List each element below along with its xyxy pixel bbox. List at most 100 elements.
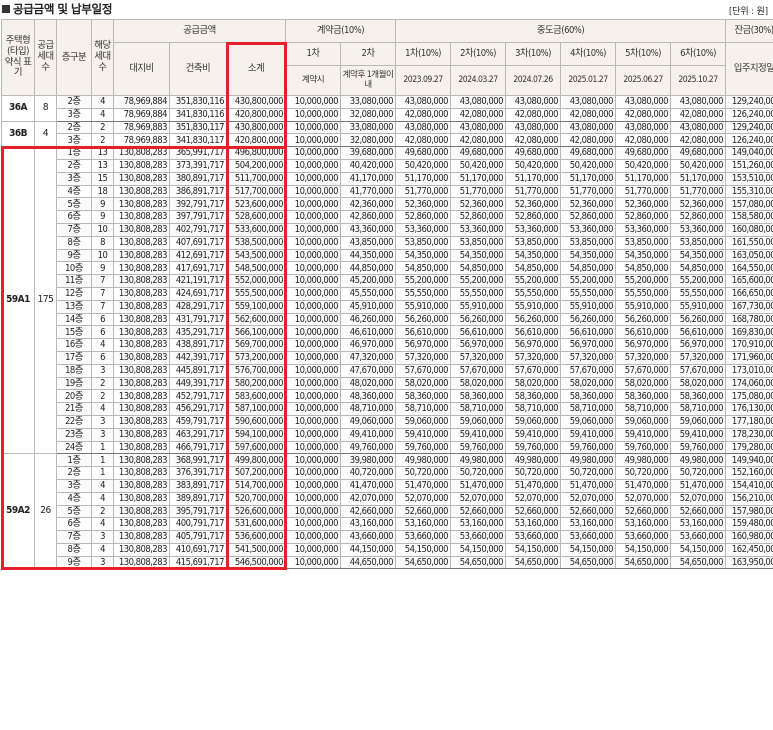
balance-cell: 177,180,000 [725,414,773,429]
floor-cell: 3층 [56,107,92,122]
interim-3-cell: 43,080,000 [505,95,561,109]
land-cell: 130,808,283 [113,146,170,160]
interim-5-cell: 56,260,000 [615,312,671,327]
balance-cell: 158,580,000 [725,210,773,224]
contract-2-cell: 42,070,000 [340,491,396,506]
interim-1-cell: 51,170,000 [395,171,451,186]
land-cell: 78,969,883 [113,120,170,135]
interim-3-cell: 58,360,000 [505,389,561,404]
interim-4-cell: 52,070,000 [560,491,616,506]
interim-3-cell: 54,150,000 [505,542,561,557]
table-row: 21층 4 130,808,283 456,291,717 587,100,000 10,… [2,402,773,416]
units-count-cell: 2 [91,120,114,135]
floor-cell: 10층 [56,261,92,276]
interim-2-cell: 56,610,000 [450,325,506,340]
building-cell: 341,830,116 [169,107,227,122]
interim-5-cell: 49,680,000 [615,146,671,160]
subtotal-cell: 514,700,000 [226,478,286,493]
floor-cell: 1층 [56,453,92,468]
interim-2-cell: 49,980,000 [450,453,506,468]
interim-4-cell: 56,970,000 [560,338,616,352]
table-row: 13층 7 130,808,283 428,291,717 559,100,000 10,… [2,299,773,314]
table-row: 15층 6 130,808,283 435,291,717 566,100,000 10,… [2,325,773,340]
contract-1-cell: 10,000,000 [285,158,341,173]
contract-2-cell: 42,660,000 [340,504,396,519]
interim-3-cell: 53,660,000 [505,530,561,544]
interim-1-cell: 54,850,000 [395,261,451,276]
header-land: 대지비 [113,42,170,96]
interim-3-cell: 57,670,000 [505,363,561,378]
balance-cell: 162,450,000 [725,542,773,557]
contract-1-cell: 10,000,000 [285,555,341,570]
balance-cell: 159,480,000 [725,517,773,532]
interim-2-cell: 58,360,000 [450,389,506,404]
interim-1-cell: 43,080,000 [395,95,451,109]
subtotal-cell: 555,500,000 [226,286,286,301]
subtotal-cell: 523,600,000 [226,197,286,212]
building-cell: 341,830,117 [169,133,227,148]
table-row: 19층 2 130,808,283 449,391,717 580,200,000 10,… [2,376,773,391]
land-cell: 78,969,883 [113,133,170,148]
interim-3-cell: 52,860,000 [505,210,561,224]
land-cell: 130,808,283 [113,210,170,224]
interim-6-cell: 51,170,000 [669,171,727,186]
contract-1-cell: 10,000,000 [285,235,341,250]
interim-6-cell: 54,850,000 [669,261,727,276]
interim-2-cell: 57,320,000 [450,350,506,365]
interim-6-cell: 52,360,000 [669,197,727,212]
contract-2-cell: 44,850,000 [340,261,396,276]
building-cell: 456,291,717 [169,402,227,416]
page-title: 공급금액 및 납부일정 [2,1,112,17]
contract-2-cell: 43,850,000 [340,235,396,250]
units-count-cell: 4 [91,542,114,557]
contract-2-cell: 32,080,000 [340,107,396,122]
interim-5-cell: 43,080,000 [615,120,671,135]
interim-6-cell: 59,760,000 [669,440,727,455]
floor-cell: 14층 [56,312,92,327]
land-cell: 130,808,283 [113,530,170,544]
land-cell: 130,808,283 [113,414,170,429]
units-count-cell: 2 [91,133,114,148]
interim-4-cell: 54,150,000 [560,542,616,557]
balance-cell: 157,980,000 [725,504,773,519]
housing-type-cell: 36B [1,120,35,148]
interim-4-cell: 50,420,000 [560,158,616,173]
building-cell: 459,791,717 [169,414,227,429]
header-interim-round: 3차(10%) [505,42,561,66]
contract-2-cell: 45,200,000 [340,274,396,288]
interim-4-cell: 56,610,000 [560,325,616,340]
interim-2-cell: 52,070,000 [450,491,506,506]
contract-2-cell: 40,420,000 [340,158,396,173]
interim-3-cell: 51,470,000 [505,478,561,493]
subtotal-cell: 559,100,000 [226,299,286,314]
building-cell: 395,791,717 [169,504,227,519]
interim-1-cell: 52,360,000 [395,197,451,212]
interim-6-cell: 56,260,000 [669,312,727,327]
interim-6-cell: 56,610,000 [669,325,727,340]
land-cell: 130,808,283 [113,440,170,455]
building-cell: 365,991,717 [169,146,227,160]
land-cell: 130,808,283 [113,478,170,493]
interim-3-cell: 43,080,000 [505,120,561,135]
units-count-cell: 3 [91,530,114,544]
contract-2-cell: 33,080,000 [340,95,396,109]
interim-5-cell: 51,470,000 [615,478,671,493]
table-row: 11층 7 130,808,283 421,191,717 552,000,000 10,… [2,274,773,288]
interim-3-cell: 56,970,000 [505,338,561,352]
interim-2-cell: 51,770,000 [450,184,506,199]
contract-2-cell: 44,350,000 [340,248,396,263]
interim-1-cell: 42,080,000 [395,133,451,148]
floor-cell: 2층 [56,466,92,480]
table-row: 3층 4 130,808,283 383,891,717 514,700,000 10,0… [2,478,773,493]
interim-2-cell: 43,080,000 [450,120,506,135]
land-cell: 130,808,283 [113,466,170,480]
interim-1-cell: 54,150,000 [395,542,451,557]
balance-cell: 173,010,000 [725,363,773,378]
interim-1-cell: 58,710,000 [395,402,451,416]
contract-2-cell: 39,980,000 [340,453,396,468]
subtotal-cell: 511,700,000 [226,171,286,186]
table-row: 8층 4 130,808,283 410,691,717 541,500,000 10,0… [2,542,773,557]
contract-2-cell: 41,170,000 [340,171,396,186]
subtotal-cell: 517,700,000 [226,184,286,199]
contract-2-cell: 48,710,000 [340,402,396,416]
